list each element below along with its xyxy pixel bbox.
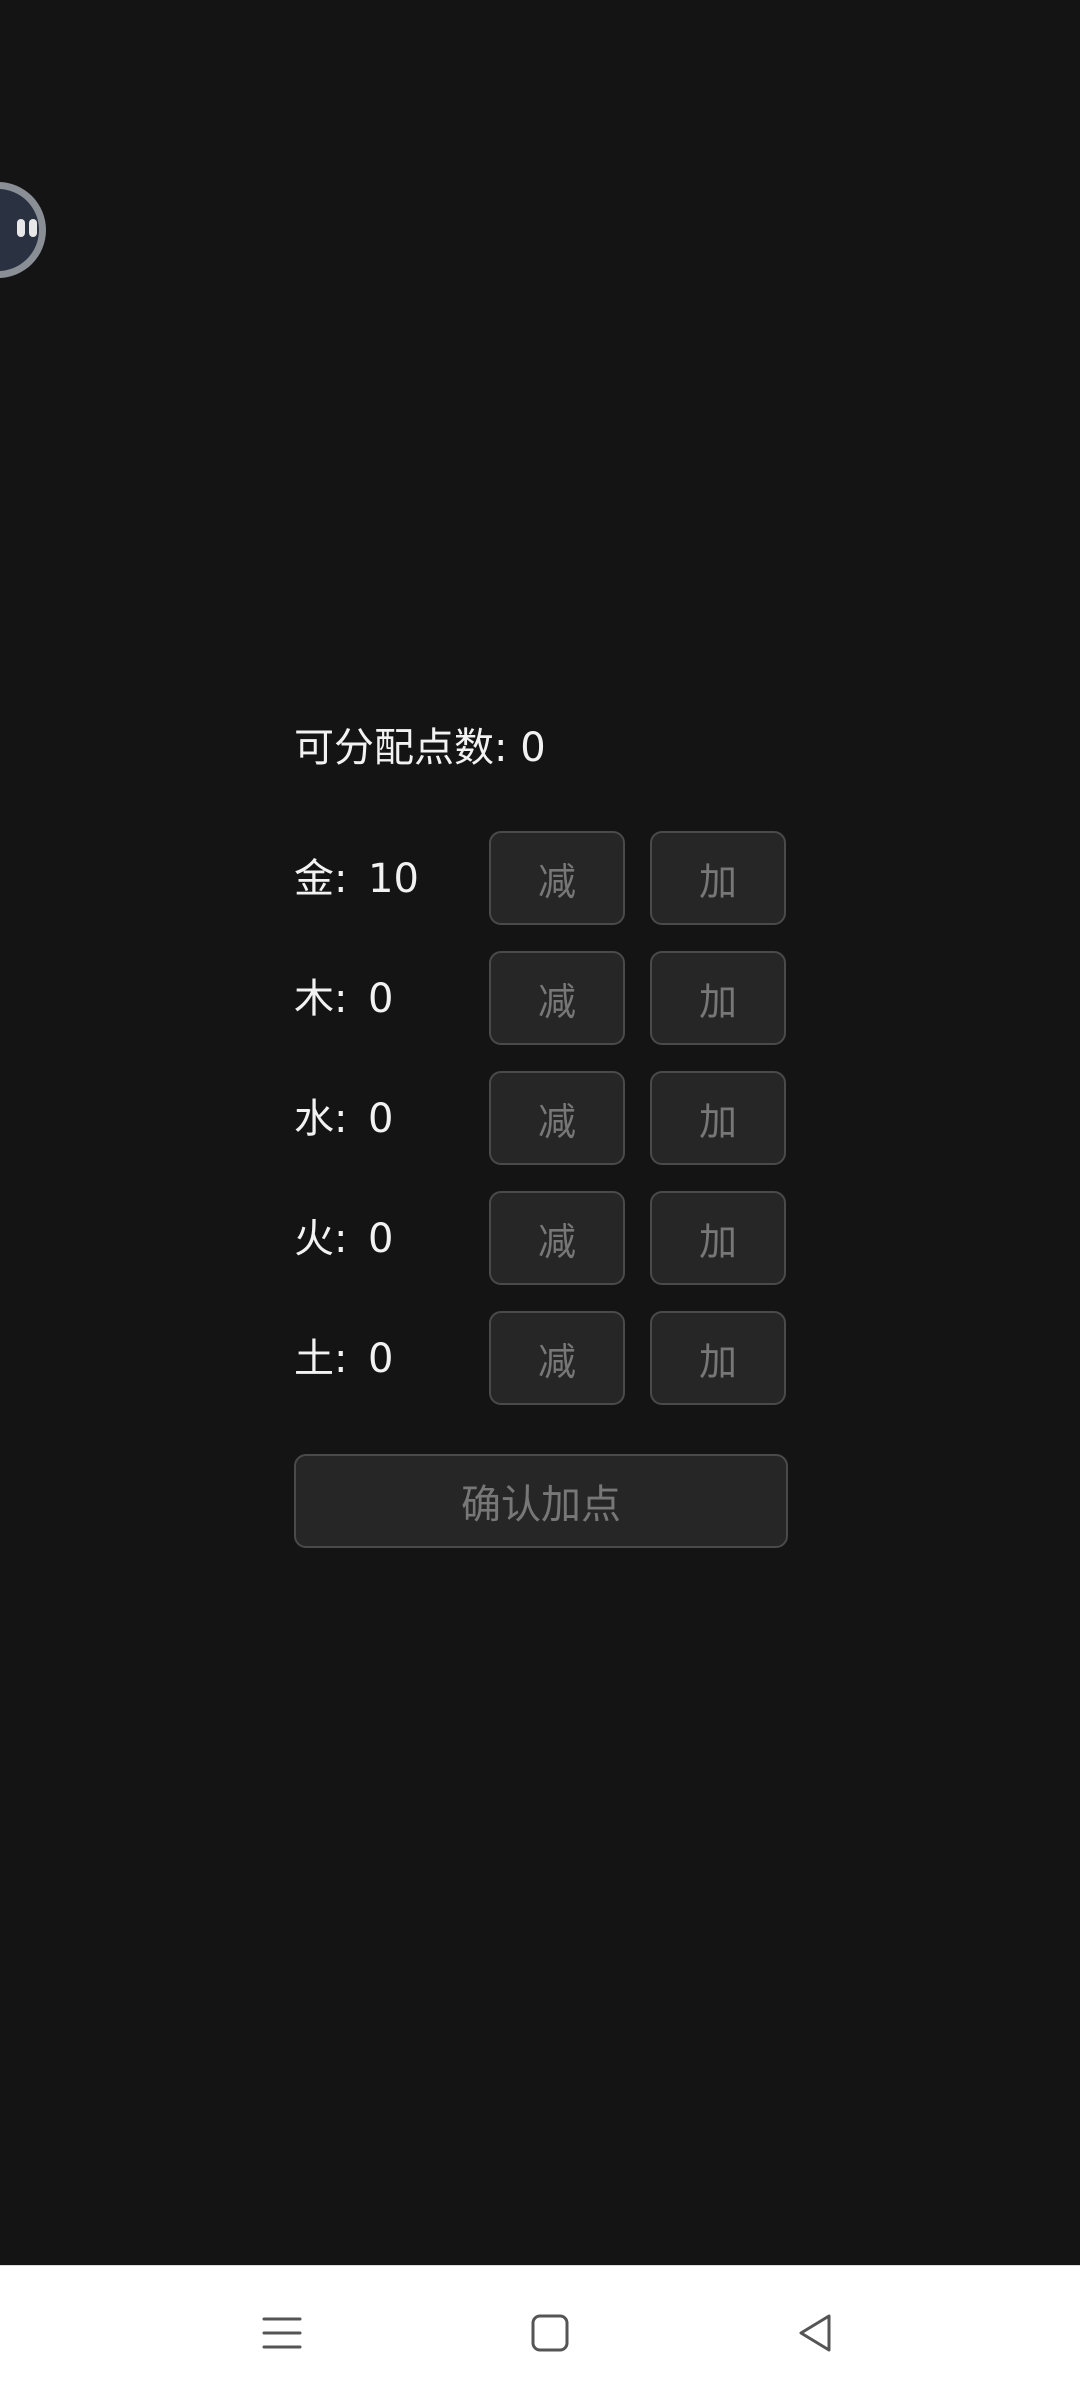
decrease-button[interactable]: 减	[489, 1071, 625, 1165]
decrease-button[interactable]: 减	[489, 1191, 625, 1285]
increase-button[interactable]: 加	[650, 1311, 786, 1405]
attribute-name: 水:	[294, 1096, 348, 1142]
bubble-eye-right	[29, 219, 37, 237]
attribute-value: 0	[368, 1216, 394, 1262]
app-screen: 可分配点数: 0 金: 10 减 加 木: 0 减 加 水: 0 减 加 火: …	[0, 0, 1080, 2400]
menu-icon	[262, 2317, 302, 2349]
decrease-button[interactable]: 减	[489, 831, 625, 925]
attribute-value: 0	[368, 1336, 394, 1382]
increase-button[interactable]: 加	[650, 831, 786, 925]
back-triangle-icon	[799, 2314, 831, 2352]
attribute-row-metal: 金: 10 减 加	[294, 831, 788, 927]
attribute-row-wood: 木: 0 减 加	[294, 951, 788, 1047]
attribute-row-fire: 火: 0 减 加	[294, 1191, 788, 1287]
nav-home-button[interactable]	[515, 2298, 585, 2368]
attribute-row-water: 水: 0 减 加	[294, 1071, 788, 1167]
nav-back-button[interactable]	[780, 2298, 850, 2368]
attribute-row-earth: 土: 0 减 加	[294, 1311, 788, 1407]
attribute-value: 0	[368, 1096, 394, 1142]
attribute-value: 10	[368, 856, 419, 902]
home-square-icon	[531, 2314, 569, 2352]
bubble-eye-left	[17, 219, 25, 237]
attribute-name: 土:	[294, 1336, 348, 1382]
floating-assistant-bubble[interactable]	[0, 182, 46, 278]
system-navigation-bar	[0, 2265, 1080, 2400]
attribute-value: 0	[368, 976, 394, 1022]
increase-button[interactable]: 加	[650, 1191, 786, 1285]
assistant-bubble-icon	[0, 189, 39, 271]
attribute-name: 木:	[294, 976, 348, 1022]
increase-button[interactable]: 加	[650, 951, 786, 1045]
confirm-add-points-button[interactable]: 确认加点	[294, 1454, 788, 1548]
available-points-label: 可分配点数: 0	[294, 725, 546, 771]
nav-menu-button[interactable]	[247, 2298, 317, 2368]
attribute-name: 火:	[294, 1216, 348, 1262]
decrease-button[interactable]: 减	[489, 951, 625, 1045]
increase-button[interactable]: 加	[650, 1071, 786, 1165]
decrease-button[interactable]: 减	[489, 1311, 625, 1405]
attribute-name: 金:	[294, 856, 348, 902]
